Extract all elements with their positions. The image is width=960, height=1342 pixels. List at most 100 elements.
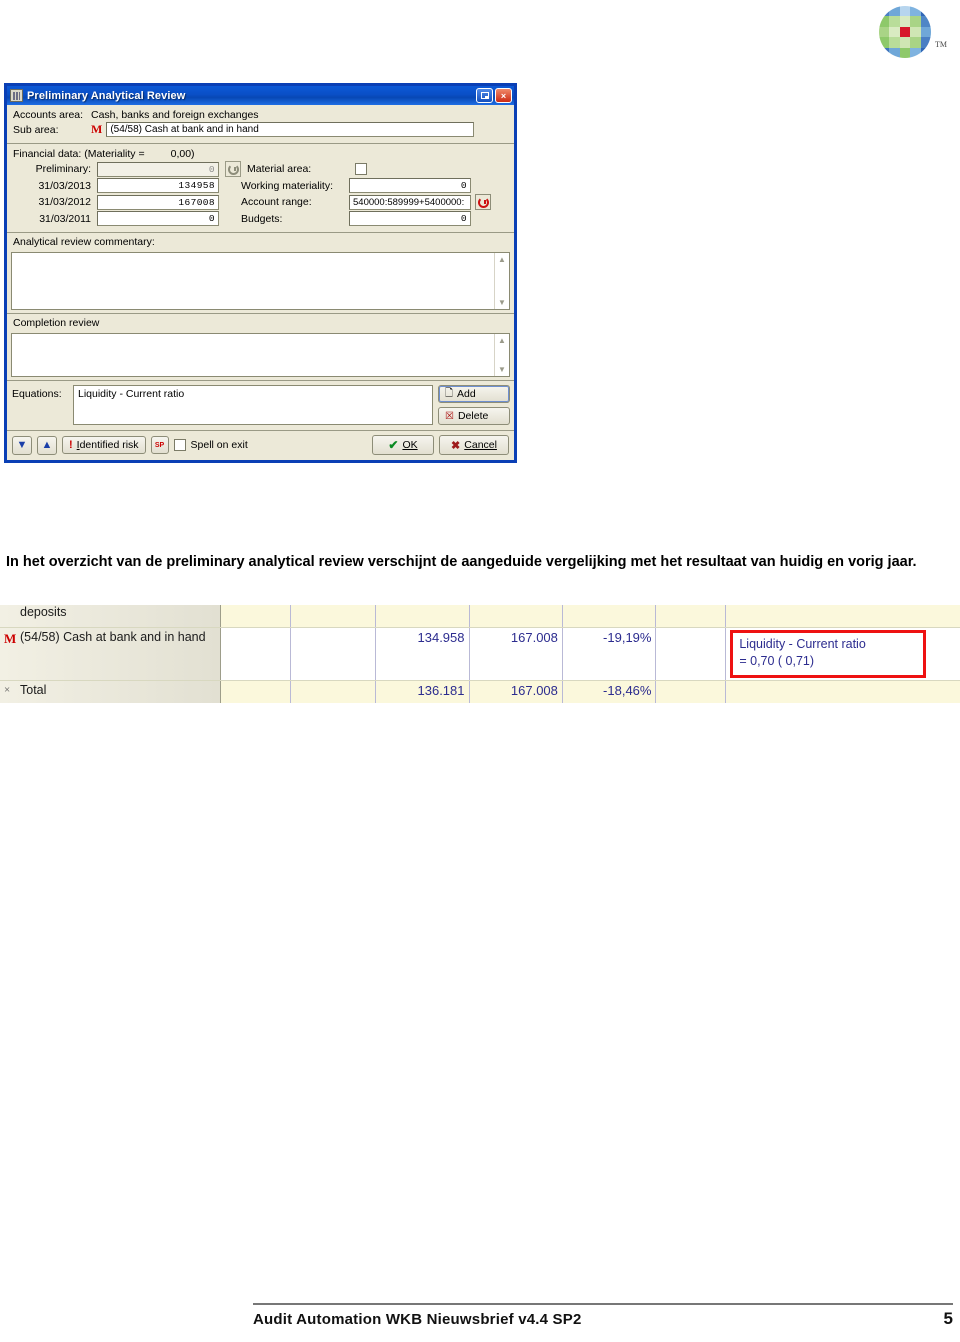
year-2012-label: 31/03/2012 (38, 196, 91, 208)
exclamation-icon: ! (69, 439, 73, 451)
logo-tile (920, 37, 931, 48)
equations-list-item[interactable]: Liquidity - Current ratio (78, 388, 428, 400)
logo-tile (889, 16, 900, 27)
commentary-textarea[interactable]: ▲ ▼ (11, 252, 510, 310)
logo-tile (910, 26, 921, 38)
row-equation-cell[interactable] (725, 680, 960, 703)
commentary-scrollbar[interactable]: ▲ ▼ (494, 253, 509, 309)
cancel-button[interactable]: ✖ Cancel (439, 435, 509, 455)
row-previous-value[interactable] (469, 605, 563, 628)
row-change-value[interactable]: -19,19% (562, 627, 657, 681)
restore-window-button[interactable] (476, 88, 493, 103)
budgets-input[interactable]: 0 (349, 211, 471, 226)
logo-tile (879, 37, 890, 48)
add-equation-button[interactable]: 🗋 Add (438, 385, 510, 403)
year-2011-label: 31/03/2011 (39, 212, 91, 225)
refresh-clock-icon[interactable] (225, 161, 241, 177)
account-range-input[interactable]: 540000:589999+5400000: (349, 194, 471, 210)
row-name-cell[interactable]: × Total (0, 680, 221, 703)
row-gap-cell[interactable] (655, 680, 727, 703)
table-row[interactable]: M (54/58) Cash at bank and in hand 134.9… (0, 627, 960, 681)
preliminary-row: Preliminary: 0 Material area: (13, 161, 508, 177)
row-blank-cell-a[interactable] (220, 627, 291, 681)
delete-equation-button[interactable]: ☒ Delete (438, 407, 510, 425)
year-2011-input[interactable]: 0 (97, 211, 219, 226)
equations-section: Equations: Liquidity - Current ratio 🗋 A… (7, 380, 514, 430)
completion-review-text[interactable] (12, 334, 494, 376)
logo-tile (889, 47, 900, 58)
arrow-down-icon: ▼ (16, 439, 28, 451)
year-2011-row: 31/03/2011 0 Budgets: 0 (13, 211, 508, 226)
row-previous-value[interactable]: 167.008 (469, 627, 563, 681)
dialog-title: Preliminary Analytical Review (27, 89, 186, 102)
dialog-body: Accounts area: Cash, banks and foreign e… (7, 105, 514, 460)
spellcheck-label: SP (154, 441, 165, 449)
sub-area-input[interactable]: (54/58) Cash at bank and in hand (106, 122, 475, 137)
move-up-button[interactable]: ▲ (37, 435, 57, 455)
completion-review-textarea[interactable]: ▲ ▼ (11, 333, 510, 377)
row-name-cell[interactable]: ▪▪ (51/53) Other investments and deposit… (0, 605, 221, 628)
row-current-value[interactable]: 1.223 (375, 605, 470, 628)
logo-tile (899, 6, 911, 17)
row-current-value[interactable]: 136.181 (375, 680, 470, 703)
row-gap-cell[interactable] (655, 627, 727, 681)
accounts-area-value: Cash, banks and foreign exchanges (91, 109, 259, 121)
year-2013-label: 31/03/2013 (38, 179, 91, 192)
row-blank-cell-a[interactable] (220, 680, 291, 703)
equations-label: Equations: (12, 388, 62, 400)
footer-divider (253, 1303, 953, 1305)
spell-on-exit-checkbox[interactable] (173, 439, 186, 451)
row-blank-cell-b[interactable] (290, 605, 377, 628)
year-2012-row: 31/03/2012 167008 Account range: 540000:… (13, 194, 508, 210)
logo-tile (889, 26, 900, 38)
row-current-value[interactable]: 134.958 (375, 627, 470, 681)
working-materiality-input[interactable]: 0 (349, 178, 471, 193)
logo-tile (879, 6, 890, 17)
commentary-text[interactable] (12, 253, 494, 309)
equations-list[interactable]: Liquidity - Current ratio (73, 385, 433, 425)
financial-data-section: Financial data: (Materiality = 0,00) Pre… (7, 144, 514, 233)
preliminary-input[interactable]: 0 (97, 161, 219, 177)
row-equation-cell[interactable]: Liquidity - Current ratio = 0,70 ( 0,71) (725, 627, 960, 681)
row-change-value[interactable] (562, 605, 657, 628)
account-range-refresh-icon[interactable] (475, 194, 491, 210)
row-name-cell[interactable]: M (54/58) Cash at bank and in hand (0, 627, 221, 681)
scroll-up-icon[interactable]: ▲ (495, 334, 509, 347)
identified-risk-rest: dentified risk (79, 439, 139, 451)
spellcheck-icon[interactable]: SP (150, 436, 169, 454)
commentary-label: Analytical review commentary: (13, 236, 155, 248)
ok-button-label: OK (402, 439, 418, 451)
row-previous-value[interactable]: 167.008 (469, 680, 563, 703)
logo-tile (889, 37, 900, 48)
scroll-down-icon[interactable]: ▼ (495, 363, 509, 376)
identified-risk-label: Identified risk (76, 439, 139, 451)
table-row-total[interactable]: × Total 136.181 167.008 -18,46% (0, 680, 960, 703)
scroll-up-icon[interactable]: ▲ (495, 253, 509, 266)
year-2012-input[interactable]: 167008 (97, 194, 219, 210)
close-window-button[interactable]: × (495, 88, 512, 103)
row-change-value[interactable]: -18,46% (562, 680, 657, 703)
identified-risk-button[interactable]: ! Identified risk (62, 436, 146, 454)
clock-glyph-icon (227, 163, 239, 175)
row-blank-cell-a[interactable] (220, 605, 291, 628)
working-materiality-label: Working materiality: (241, 179, 333, 192)
year-2013-input[interactable]: 134958 (97, 178, 219, 193)
move-down-button[interactable]: ▼ (12, 435, 32, 455)
highlighted-equation-box: Liquidity - Current ratio = 0,70 ( 0,71) (730, 630, 927, 678)
dialog-title-bar[interactable]: Preliminary Analytical Review × (7, 86, 514, 105)
logo-tile (899, 47, 911, 58)
sub-area-row: Sub area: M (54/58) Cash at bank and in … (13, 122, 508, 137)
row-equation-cell[interactable] (725, 605, 960, 628)
row-blank-cell-b[interactable] (290, 680, 377, 703)
scroll-down-icon[interactable]: ▼ (495, 296, 509, 309)
footer-title: Audit Automation WKB Nieuwsbrief v4.4 SP… (253, 1311, 582, 1328)
material-area-checkbox[interactable] (355, 163, 367, 175)
row-blank-cell-b[interactable] (290, 627, 377, 681)
ok-button[interactable]: ✔ OK (372, 435, 434, 455)
equation-title: Liquidity - Current ratio (739, 637, 866, 651)
row-gap-cell[interactable] (655, 605, 727, 628)
completion-review-label: Completion review (7, 313, 514, 331)
table-row[interactable]: ▪▪ (51/53) Other investments and deposit… (0, 605, 960, 628)
completion-scrollbar[interactable]: ▲ ▼ (494, 334, 509, 376)
close-icon: × (500, 90, 507, 101)
